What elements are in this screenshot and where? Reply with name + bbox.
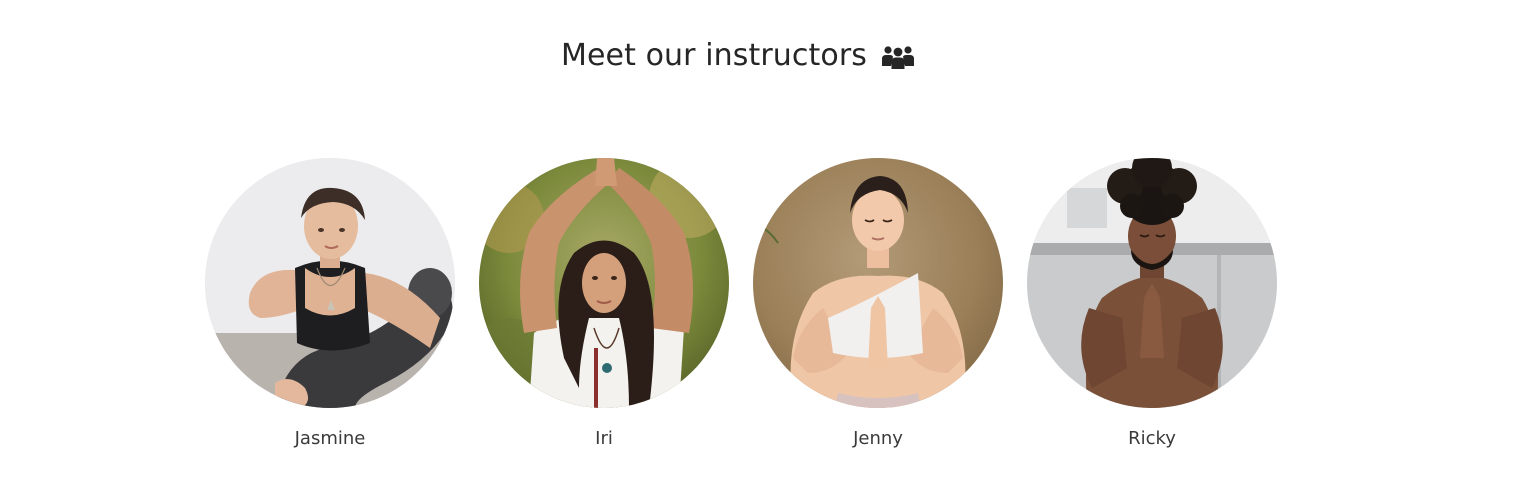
instructor-photo-iri[interactable] [479, 158, 729, 408]
woman-yoga-pose-photo [205, 158, 455, 408]
instructor-list: Jasmine Iri Jenny Ricky [0, 158, 1518, 458]
instructor-name: Iri [595, 428, 613, 449]
instructor-photo-jenny[interactable] [753, 158, 1003, 408]
instructor-name: Jasmine [294, 428, 366, 449]
woman-arms-raised-photo [479, 158, 729, 408]
woman-prayer-hands-photo [753, 158, 1003, 408]
instructor-card[interactable]: Jenny [752, 158, 1004, 458]
instructor-photo-jasmine[interactable] [205, 158, 455, 408]
group-of-people-icon [881, 44, 915, 70]
section-title: Meet our instructors [561, 38, 867, 73]
instructor-name: Jenny [853, 428, 903, 449]
section-heading: Meet our instructors [0, 38, 1476, 73]
instructor-name: Ricky [1128, 428, 1176, 449]
instructors-section: Meet our instructors Jasmine Iri Jenny R… [0, 0, 1518, 488]
instructor-card[interactable]: Ricky [1026, 158, 1278, 458]
instructor-photo-ricky[interactable] [1027, 158, 1277, 408]
man-prayer-hands-photo [1027, 158, 1277, 408]
instructor-card[interactable]: Jasmine [204, 158, 456, 458]
instructor-card[interactable]: Iri [478, 158, 730, 458]
